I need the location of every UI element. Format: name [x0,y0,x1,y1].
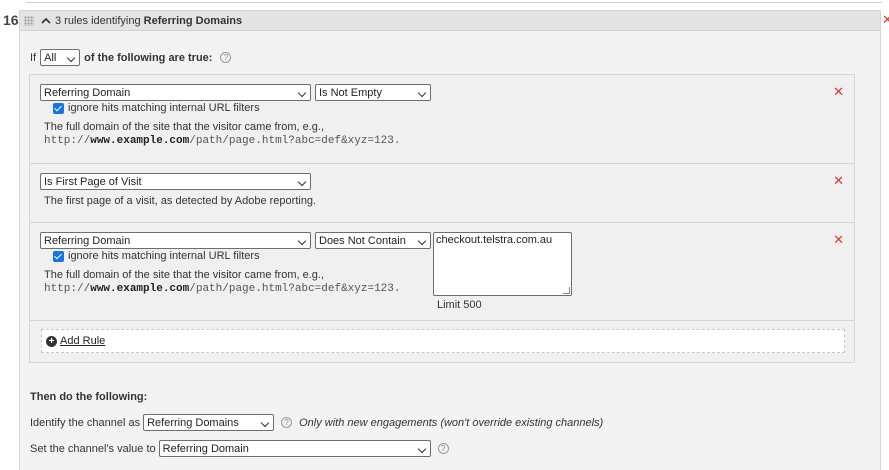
drag-handle-icon[interactable] [24,15,34,26]
close-x-icon[interactable]: ✕ [882,12,889,28]
panel-title: 3 rules identifying Referring Domains [55,14,243,27]
value-label: Set the channel's value to [30,442,156,455]
value-row: Set the channel's value to Referring Dom… [30,440,449,457]
channel-note: Only with new engagements (won't overrid… [299,416,604,429]
limit-label: Limit 500 [437,299,482,311]
match-select[interactable]: All [40,49,81,66]
condition-suffix: of the following are true: [84,51,213,64]
value-textarea[interactable]: checkout.telstra.com.au [433,232,572,296]
help-icon[interactable]: ? [220,52,232,63]
ignore-internal-checkbox[interactable]: ignore hits matching internal URL filter… [53,250,260,262]
rule-description: The first page of a visit, as detected b… [44,195,317,207]
remove-rule-icon[interactable]: ✕ [833,84,844,100]
channel-select[interactable]: Referring Domains [143,414,275,431]
checkbox-checked-icon[interactable] [53,102,64,114]
rule-panel: 3 rules identifying Referring Domains If… [19,10,881,470]
rule-item: Referring Domain Does Not Contain ignore… [30,223,854,321]
field-select[interactable]: Referring Domain [40,232,311,249]
top-divider [26,2,882,3]
help-icon[interactable]: ? [281,417,293,428]
checkbox-checked-icon[interactable] [53,250,64,262]
help-icon[interactable]: ? [437,443,449,454]
operator-select[interactable]: Does Not Contain [315,232,431,249]
rule-item: Is First Page of Visit The first page of… [30,164,854,223]
remove-rule-icon[interactable]: ✕ [833,173,844,189]
checkbox-label: ignore hits matching internal URL filter… [68,102,260,114]
channel-row: Identify the channel as Referring Domain… [30,414,603,431]
if-label: If [30,51,37,64]
add-rule-area: + Add Rule [41,329,845,353]
add-rule-link[interactable]: Add Rule [60,335,105,347]
resize-handle-icon[interactable] [563,287,570,294]
chevron-up-icon[interactable] [40,15,52,27]
rule-description: The full domain of the site that the vis… [44,269,325,281]
channel-value-select[interactable]: Referring Domain [158,440,431,457]
add-circle-icon[interactable]: + [46,335,57,347]
rule-example: http://www.example.com/path/page.html?ab… [44,283,401,295]
field-select[interactable]: Referring Domain [40,84,311,101]
rule-number: 16 [3,12,19,28]
operator-select[interactable]: Is Not Empty [315,84,431,101]
ignore-internal-checkbox[interactable]: ignore hits matching internal URL filter… [53,102,260,114]
rules-container: Referring Domain Is Not Empty ignore hit… [29,74,855,363]
condition-row: If All of the following are true: ? [30,49,232,66]
remove-rule-icon[interactable]: ✕ [833,232,844,248]
rule-description: The full domain of the site that the vis… [44,121,325,133]
rule-example: http://www.example.com/path/page.html?ab… [44,135,401,147]
panel-header[interactable]: 3 rules identifying Referring Domains [20,11,880,31]
rule-item: Referring Domain Is Not Empty ignore hit… [30,75,854,164]
value-text: checkout.telstra.com.au [436,234,553,246]
field-select[interactable]: Is First Page of Visit [40,173,311,190]
then-heading: Then do the following: [30,391,148,403]
checkbox-label: ignore hits matching internal URL filter… [68,250,260,262]
channel-label: Identify the channel as [30,416,141,429]
